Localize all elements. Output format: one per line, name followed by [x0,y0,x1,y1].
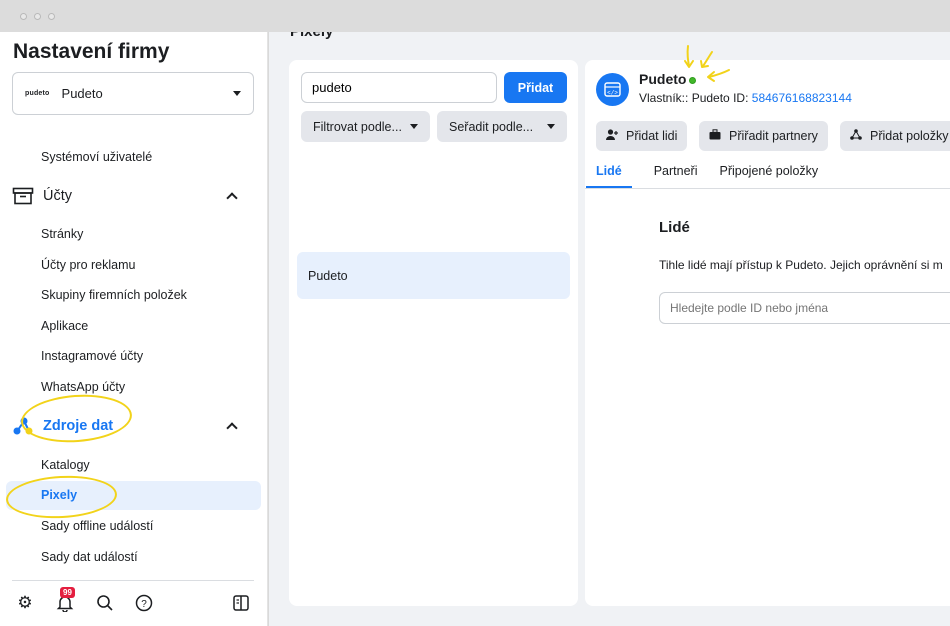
add-pixel-button[interactable]: Přidat [504,72,567,103]
pixel-list-panel: Přidat Filtrovat podle... Seřadit podle.… [289,60,578,606]
tab-partners[interactable]: Partneři [654,164,698,189]
search-icon[interactable] [95,593,115,613]
chevron-up-icon [226,192,238,204]
sidebar-item-offline-event-sets[interactable]: Sady offline událostí [41,519,153,533]
chevron-down-icon [410,124,418,129]
briefcase-icon [709,129,721,143]
chevron-down-icon [547,124,555,129]
tab-connected-assets[interactable]: Připojené položky [719,164,818,189]
svg-text:?: ? [141,599,147,610]
help-icon[interactable]: ? [134,593,154,613]
archive-icon [12,187,34,205]
sidebar-title: Nastavení firmy [13,40,170,63]
svg-text:</>: </> [607,90,618,97]
data-sources-icon [13,417,33,435]
chevron-down-icon [233,91,241,96]
chevron-up-icon [226,422,238,434]
detail-tabs: Lidé Partneři Připojené položky [586,164,818,189]
pixel-detail-panel: </> Pudeto Vlastník:: Pudeto ID: 5846761… [585,60,950,606]
assign-partners-label: Přiřadit partnery [729,129,818,143]
collapse-sidebar-icon[interactable] [231,593,251,613]
sidebar-item-pages[interactable]: Stránky [41,227,83,241]
sidebar-item-event-datasets[interactable]: Sady dat událostí [41,550,138,564]
sidebar-item-instagram-accounts[interactable]: Instagramové účty [41,349,143,363]
asset-meta: Vlastník:: Pudeto ID: 584676168823144 [639,91,852,105]
add-assets-label: Přidat položky [870,129,949,143]
window-controls[interactable] [20,13,55,20]
business-logo: pudeto [25,90,50,97]
people-section-title: Lidé [659,219,690,236]
sidebar-item-apps[interactable]: Aplikace [41,319,88,333]
business-selector[interactable]: pudeto Pudeto [12,72,254,115]
list-item[interactable]: Pudeto [297,252,570,299]
filter-button[interactable]: Filtrovat podle... [301,111,430,142]
page-title: Pixely [290,32,333,40]
add-assets-button[interactable]: Přidat položky [840,121,950,151]
tabs-divider [585,188,950,189]
sidebar: Nastavení firmy pudeto Pudeto Systémoví … [0,32,268,626]
asset-id-label: ID: [733,91,749,105]
pixel-search-input[interactable] [312,80,488,95]
sidebar-item-business-asset-groups[interactable]: Skupiny firemních položek [41,288,187,302]
asset-name: Pudeto [639,71,687,87]
minimize-window-button[interactable] [34,13,41,20]
sidebar-section-data-sources[interactable]: Zdroje dat [12,414,248,438]
sidebar-section-label: Zdroje dat [43,418,114,434]
filter-button-label: Filtrovat podle... [313,119,402,134]
sidebar-section-accounts[interactable]: Účty [12,184,248,208]
add-people-button[interactable]: Přidat lidi [596,121,688,151]
sort-button[interactable]: Seřadit podle... [437,111,567,142]
window-titlebar [0,0,950,32]
people-section-description: Tihle lidé mají přístup k Pudeto. Jejich… [659,258,943,272]
asset-owner: Vlastník:: Pudeto [639,91,730,105]
people-search-input[interactable] [659,292,950,324]
asset-id-value[interactable]: 584676168823144 [752,91,852,105]
pixel-code-icon: </> [596,73,629,106]
sidebar-item-whatsapp-accounts[interactable]: WhatsApp účty [41,380,125,394]
maximize-window-button[interactable] [48,13,55,20]
sidebar-item-system-users[interactable]: Systémoví uživatelé [41,150,152,164]
business-name: Pudeto [61,86,103,101]
tab-people[interactable]: Lidé [586,164,632,189]
sort-button-label: Seřadit podle... [449,119,534,134]
sidebar-footer: ⚙ 99 ? [12,580,254,626]
add-person-icon [606,129,618,143]
connect-nodes-icon [850,129,862,143]
active-status-dot [689,77,696,84]
sidebar-item-catalogs[interactable]: Katalogy [41,458,90,472]
notification-count-badge: 99 [60,587,75,598]
add-people-label: Přidat lidi [626,129,678,143]
main-content: Pixely Přidat Filtrovat podle... Seřadit… [269,32,950,626]
sidebar-item-pixels[interactable]: Pixely [41,488,77,502]
close-window-button[interactable] [20,13,27,20]
assign-partners-button[interactable]: Přiřadit partnery [699,121,828,151]
sidebar-item-ad-accounts[interactable]: Účty pro reklamu [41,258,135,272]
sidebar-section-label: Účty [43,188,72,204]
pixel-search-box[interactable] [301,72,497,103]
settings-gear-icon[interactable]: ⚙ [15,593,35,613]
